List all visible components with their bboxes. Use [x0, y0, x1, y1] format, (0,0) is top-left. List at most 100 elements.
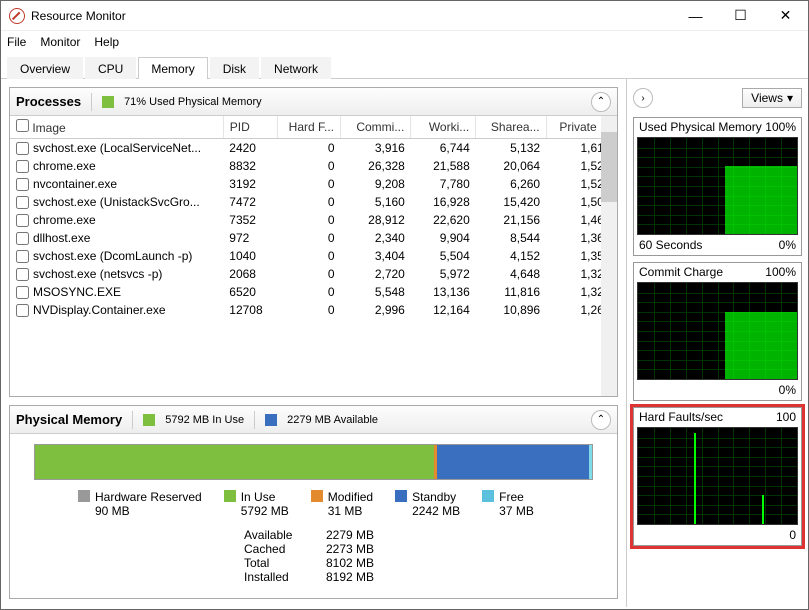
row-checkbox[interactable]	[16, 250, 29, 263]
chart1-max: 100%	[765, 120, 796, 134]
table-row[interactable]: nvcontainer.exe319209,2087,7806,2601,520	[10, 175, 617, 193]
table-row[interactable]: MSOSYNC.EXE652005,54813,13611,8161,320	[10, 283, 617, 301]
inuse-label: 5792 MB In Use	[165, 414, 244, 426]
app-window: Resource Monitor — ☐ ✕ File Monitor Help…	[0, 0, 809, 610]
menu-monitor[interactable]: Monitor	[40, 35, 80, 49]
chart3-min: 0	[789, 528, 796, 542]
row-checkbox[interactable]	[16, 178, 29, 191]
scrollbar[interactable]	[601, 116, 617, 396]
chart2-title: Commit Charge	[639, 265, 723, 279]
col-image[interactable]: Image	[10, 116, 223, 139]
titlebar: Resource Monitor — ☐ ✕	[1, 1, 808, 31]
chart3-area	[637, 427, 798, 525]
row-checkbox[interactable]	[16, 196, 29, 209]
memory-legend: Hardware Reserved90 MB In Use5792 MB Mod…	[78, 490, 593, 518]
cyan-swatch-icon	[482, 490, 494, 502]
physical-header[interactable]: Physical Memory 5792 MB In Use 2279 MB A…	[10, 406, 617, 434]
gray-swatch-icon	[78, 490, 90, 502]
chart3-title: Hard Faults/sec	[639, 410, 723, 424]
col-shareable[interactable]: Sharea...	[476, 116, 546, 139]
app-icon	[9, 8, 25, 24]
row-checkbox[interactable]	[16, 286, 29, 299]
chart1-min: 0%	[779, 238, 796, 252]
membar-free	[589, 445, 592, 479]
physical-memory-panel: Physical Memory 5792 MB In Use 2279 MB A…	[9, 405, 618, 599]
avail-swatch-icon	[265, 414, 277, 426]
row-checkbox[interactable]	[16, 214, 29, 227]
tab-cpu[interactable]: CPU	[85, 57, 136, 79]
physical-body: Hardware Reserved90 MB In Use5792 MB Mod…	[10, 434, 617, 598]
memory-bar	[34, 444, 593, 480]
left-pane: Processes 71% Used Physical Memory ⌃ Ima…	[1, 79, 626, 607]
row-checkbox[interactable]	[16, 160, 29, 173]
legend-modified: Modified31 MB	[311, 490, 373, 518]
table-row[interactable]: svchost.exe (LocalServiceNet...242003,91…	[10, 139, 617, 158]
physical-title: Physical Memory	[16, 412, 122, 427]
chart2-min: 0%	[779, 383, 796, 397]
close-button[interactable]: ✕	[763, 1, 808, 30]
inuse-swatch-icon	[143, 414, 155, 426]
chart-hard-faults: Hard Faults/sec100 0	[633, 407, 802, 546]
table-row[interactable]: svchost.exe (UnistackSvcGro...747205,160…	[10, 193, 617, 211]
membar-inuse	[35, 445, 434, 479]
legend-hardware: Hardware Reserved90 MB	[78, 490, 202, 518]
tab-overview[interactable]: Overview	[7, 57, 83, 79]
collapse-right-icon[interactable]: ›	[633, 88, 653, 108]
legend-standby: Standby2242 MB	[395, 490, 460, 518]
chart-commit-charge: Commit Charge 100% 0%	[633, 262, 802, 401]
chart2-area	[637, 282, 798, 380]
usage-label: 71% Used Physical Memory	[124, 96, 262, 108]
minimize-button[interactable]: —	[673, 1, 718, 30]
chart1-title: Used Physical Memory	[639, 120, 762, 134]
green-swatch-icon	[224, 490, 236, 502]
processes-panel: Processes 71% Used Physical Memory ⌃ Ima…	[9, 87, 618, 397]
menubar: File Monitor Help	[1, 31, 808, 53]
col-commit[interactable]: Commi...	[341, 116, 411, 139]
table-row[interactable]: chrome.exe7352028,91222,62021,1561,464	[10, 211, 617, 229]
processes-title: Processes	[16, 94, 81, 109]
scrollbar-thumb[interactable]	[601, 132, 617, 202]
col-pid[interactable]: PID	[223, 116, 277, 139]
row-checkbox[interactable]	[16, 268, 29, 281]
table-row[interactable]: dllhost.exe97202,3409,9048,5441,360	[10, 229, 617, 247]
tab-bar: Overview CPU Memory Disk Network	[1, 53, 808, 79]
dropdown-icon: ▾	[787, 91, 793, 105]
row-checkbox[interactable]	[16, 232, 29, 245]
tab-memory[interactable]: Memory	[138, 57, 207, 79]
table-row[interactable]: svchost.exe (netsvcs -p)206802,7205,9724…	[10, 265, 617, 283]
table-row[interactable]: svchost.exe (DcomLaunch -p)104003,4045,5…	[10, 247, 617, 265]
chart1-xlabel: 60 Seconds	[639, 238, 702, 252]
collapse-icon[interactable]: ⌃	[591, 92, 611, 112]
tab-network[interactable]: Network	[261, 57, 331, 79]
row-checkbox[interactable]	[16, 304, 29, 317]
memory-stats: Available2279 MB Cached2273 MB Total8102…	[244, 528, 593, 584]
col-hard[interactable]: Hard F...	[277, 116, 340, 139]
process-table-wrap: Image PID Hard F... Commi... Worki... Sh…	[10, 116, 617, 396]
right-pane: › Views ▾ Used Physical Memory100% 60 Se…	[626, 79, 808, 607]
views-button[interactable]: Views ▾	[742, 88, 802, 108]
chart-used-physical: Used Physical Memory100% 60 Seconds 0%	[633, 117, 802, 256]
maximize-button[interactable]: ☐	[718, 1, 763, 30]
content: Processes 71% Used Physical Memory ⌃ Ima…	[1, 79, 808, 607]
row-checkbox[interactable]	[16, 142, 29, 155]
legend-inuse: In Use5792 MB	[224, 490, 289, 518]
table-row[interactable]: chrome.exe8832026,32821,58820,0641,524	[10, 157, 617, 175]
select-all-checkbox[interactable]	[16, 119, 29, 132]
collapse-icon[interactable]: ⌃	[591, 410, 611, 430]
usage-swatch-icon	[102, 96, 114, 108]
right-toolbar: › Views ▾	[633, 85, 802, 111]
membar-standby	[437, 445, 589, 479]
window-controls: — ☐ ✕	[673, 1, 808, 30]
chart2-max: 100%	[765, 265, 796, 279]
tab-disk[interactable]: Disk	[210, 57, 259, 79]
window-title: Resource Monitor	[31, 9, 673, 23]
orange-swatch-icon	[311, 490, 323, 502]
chart1-area	[637, 137, 798, 235]
menu-help[interactable]: Help	[94, 35, 119, 49]
processes-header[interactable]: Processes 71% Used Physical Memory ⌃	[10, 88, 617, 116]
legend-free: Free37 MB	[482, 490, 534, 518]
blue-swatch-icon	[395, 490, 407, 502]
col-working[interactable]: Worki...	[411, 116, 476, 139]
menu-file[interactable]: File	[7, 35, 26, 49]
table-row[interactable]: NVDisplay.Container.exe1270802,99612,164…	[10, 301, 617, 319]
